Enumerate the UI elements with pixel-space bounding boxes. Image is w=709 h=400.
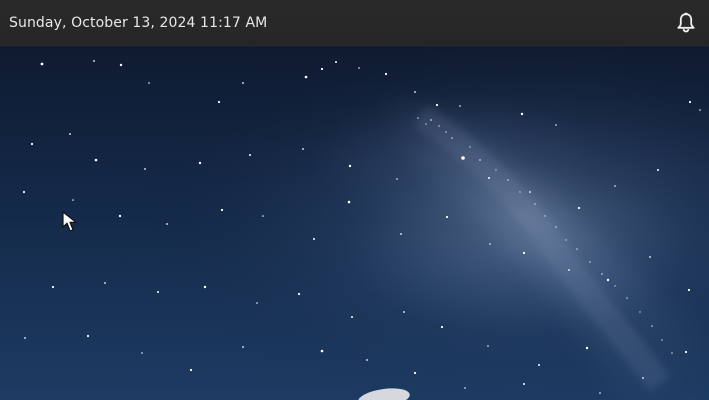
bell-icon[interactable]	[674, 11, 698, 35]
desktop-screen: Sunday, October 13, 2024 11:17 AM	[0, 0, 709, 400]
wallpaper	[0, 46, 709, 400]
top-bar: Sunday, October 13, 2024 11:17 AM	[0, 0, 709, 46]
date-time-display: Sunday, October 13, 2024 11:17 AM	[9, 15, 268, 31]
